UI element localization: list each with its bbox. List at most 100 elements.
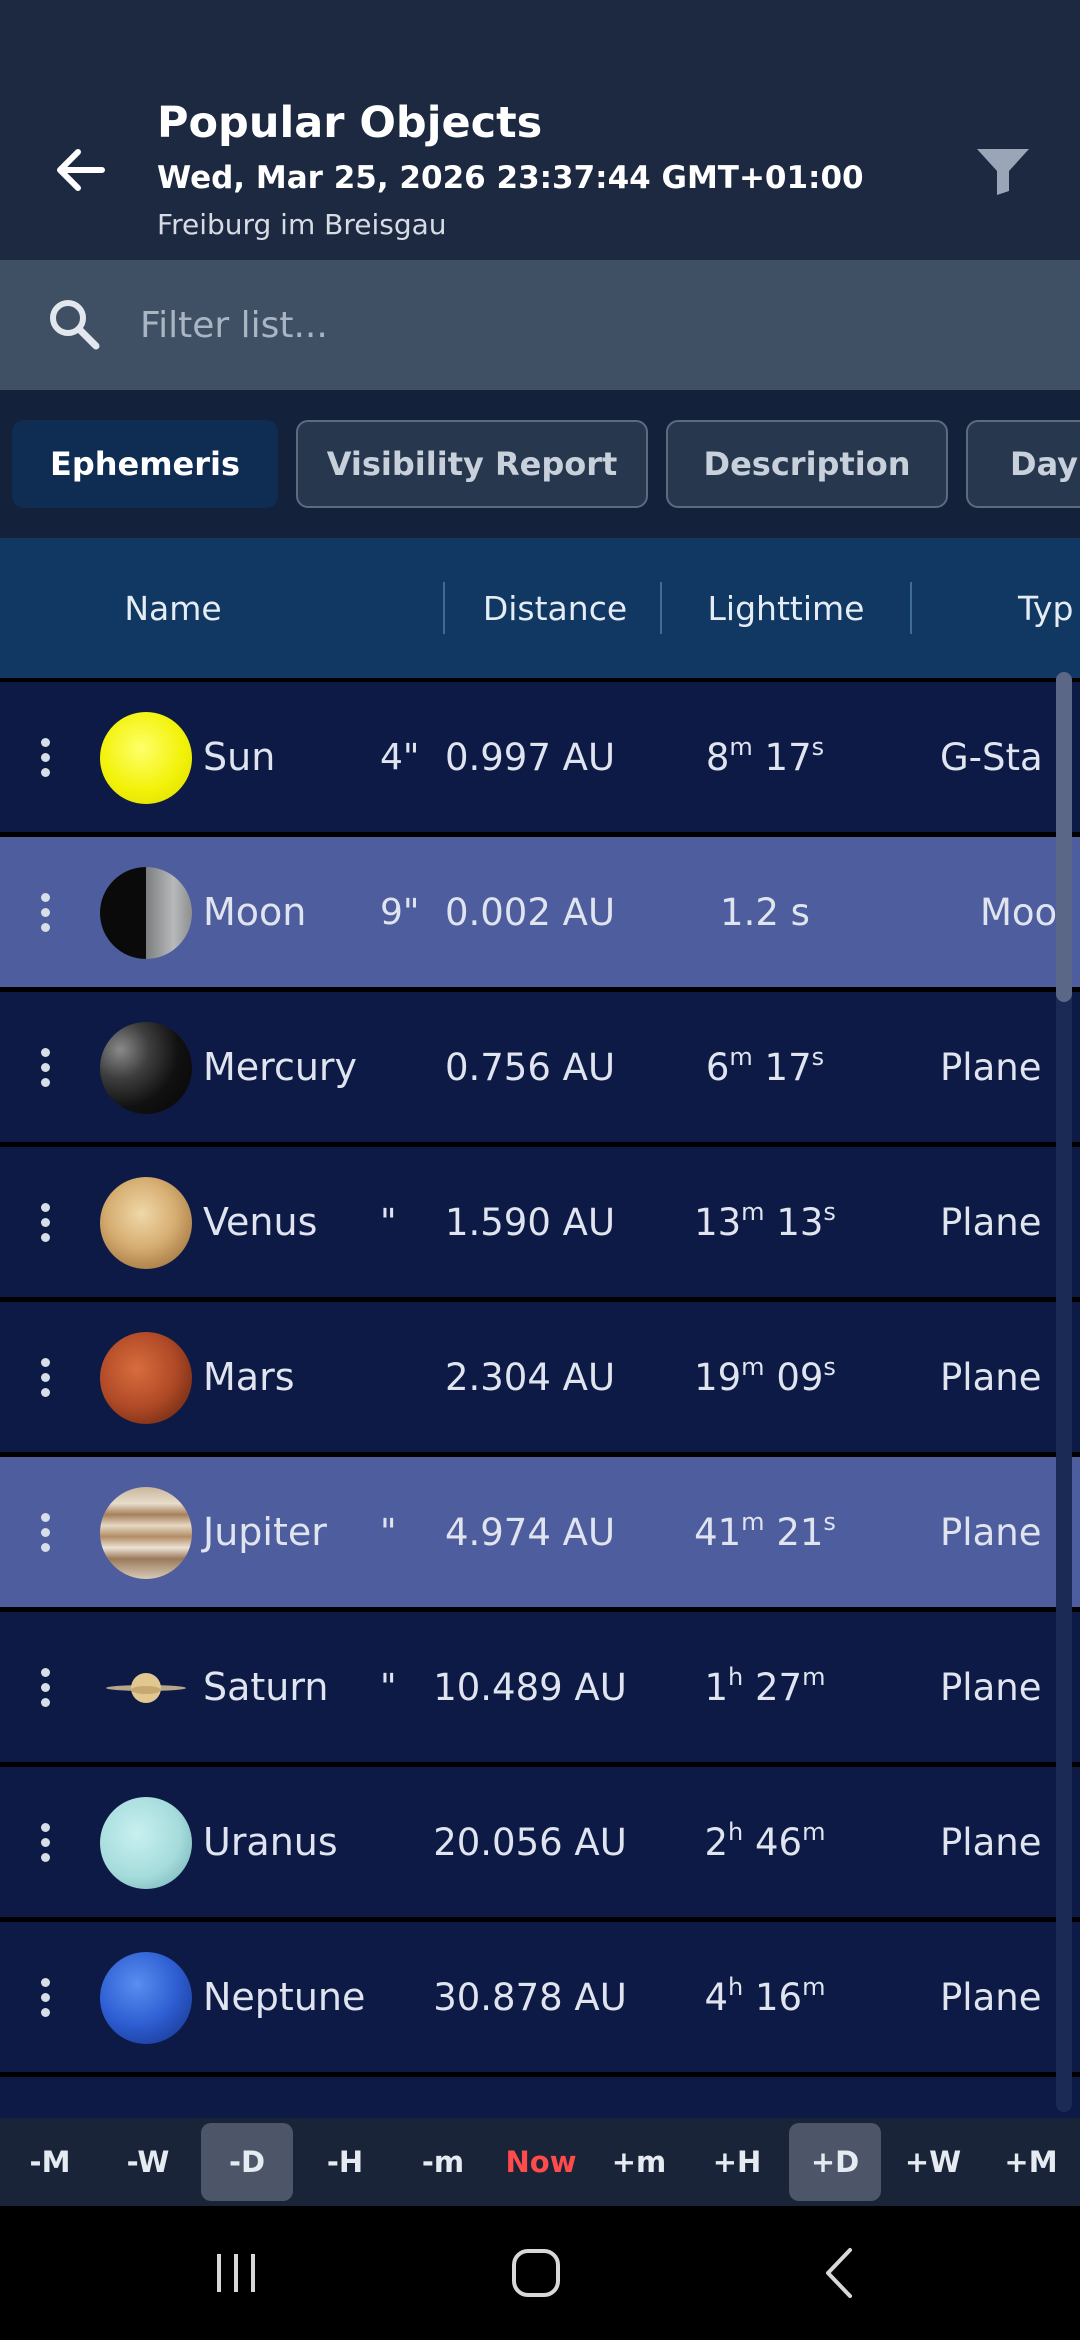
uranus-icon bbox=[100, 1797, 192, 1889]
home-button[interactable] bbox=[476, 2228, 596, 2318]
distance-value: 0.756 AU bbox=[444, 1045, 616, 1089]
arrow-left-icon bbox=[57, 149, 105, 191]
table-header: Name Distance Lighttime Typ bbox=[0, 538, 1080, 678]
object-name: Venus bbox=[203, 1200, 318, 1244]
neptune-icon bbox=[100, 1952, 192, 2044]
more-vert-icon[interactable] bbox=[24, 1342, 66, 1412]
object-name: Moon bbox=[203, 890, 307, 934]
table-row[interactable]: Saturn " 10.489 AU 1h 27 m Plane bbox=[0, 1612, 1080, 1762]
column-lighttime[interactable]: Lighttime bbox=[666, 538, 906, 678]
recent-apps-icon bbox=[217, 2254, 255, 2292]
more-vert-icon[interactable] bbox=[24, 1652, 66, 1722]
time-minus-month-button[interactable]: -M bbox=[4, 2123, 96, 2201]
tab-visibility-report[interactable]: Visibility Report bbox=[296, 420, 648, 508]
object-name: Saturn bbox=[203, 1665, 329, 1709]
clipped-value: " bbox=[380, 1511, 397, 1553]
more-vert-icon[interactable] bbox=[24, 1807, 66, 1877]
mars-icon bbox=[100, 1332, 192, 1424]
back-button[interactable] bbox=[40, 130, 120, 210]
tab-ephemeris[interactable]: Ephemeris bbox=[12, 420, 278, 508]
distance-value: 20.056 AU bbox=[433, 1820, 627, 1864]
search-icon bbox=[50, 300, 100, 350]
more-vert-icon[interactable] bbox=[24, 722, 66, 792]
column-divider bbox=[660, 582, 662, 634]
scrollbar-thumb[interactable] bbox=[1056, 672, 1072, 1002]
mercury-icon bbox=[100, 1022, 192, 1114]
lighttime-value: 4h 16 m bbox=[704, 1973, 826, 2019]
more-vert-icon[interactable] bbox=[24, 1187, 66, 1257]
object-type: Plane bbox=[940, 1355, 1042, 1399]
column-type[interactable]: Typ bbox=[1018, 538, 1080, 678]
clipped-value: 9" bbox=[380, 891, 420, 933]
lighttime-value: 1.2 s bbox=[720, 890, 810, 934]
lighttime-value: 13 m 13 s bbox=[694, 1198, 836, 1244]
time-plus-day-button[interactable]: +D bbox=[789, 2123, 881, 2201]
time-plus-week-button[interactable]: +W bbox=[887, 2123, 979, 2201]
tab-bar: Ephemeris Visibility Report Description … bbox=[0, 390, 1080, 538]
object-name: Uranus bbox=[203, 1820, 338, 1864]
lighttime-value: 1h 27 m bbox=[704, 1663, 826, 1709]
search-input[interactable] bbox=[140, 290, 1040, 360]
table-row[interactable]: Mercury 0.756 AU 6m 17 s Plane bbox=[0, 992, 1080, 1142]
object-type: Plane bbox=[940, 1820, 1042, 1864]
table-row[interactable]: Venus " 1.590 AU 13 m 13 s Plane bbox=[0, 1147, 1080, 1297]
time-minus-week-button[interactable]: -W bbox=[102, 2123, 194, 2201]
time-plus-minute-button[interactable]: +m bbox=[593, 2123, 685, 2201]
lighttime-value: 19 m 09 s bbox=[694, 1353, 836, 1399]
clipped-value: " bbox=[380, 1666, 397, 1708]
home-icon bbox=[512, 2249, 560, 2297]
table-row[interactable]: Neptune 30.878 AU 4h 16 m Plane bbox=[0, 1922, 1080, 2072]
object-type: Plane bbox=[940, 1975, 1042, 2019]
app-header: Popular Objects Wed, Mar 25, 2026 23:37:… bbox=[0, 0, 1080, 260]
object-name: Sun bbox=[203, 735, 276, 779]
object-type: G-Sta bbox=[940, 735, 1043, 779]
tab-description[interactable]: Description bbox=[666, 420, 948, 508]
time-minus-minute-button[interactable]: -m bbox=[397, 2123, 489, 2201]
object-name: Mercury bbox=[203, 1045, 358, 1089]
column-divider bbox=[443, 582, 445, 634]
lighttime-value: 8m 17 s bbox=[705, 733, 825, 779]
system-nav-bar bbox=[0, 2206, 1080, 2340]
filter-button[interactable] bbox=[968, 136, 1038, 206]
sun-icon bbox=[100, 712, 192, 804]
column-name[interactable]: Name bbox=[60, 538, 286, 678]
lighttime-value: 2h 46 m bbox=[704, 1818, 826, 1864]
distance-value: 4.974 AU bbox=[444, 1510, 616, 1554]
clipped-value: 4" bbox=[380, 736, 420, 778]
column-divider bbox=[910, 582, 912, 634]
time-minus-hour-button[interactable]: -H bbox=[299, 2123, 391, 2201]
column-distance[interactable]: Distance bbox=[450, 538, 660, 678]
moon-icon bbox=[100, 867, 192, 959]
table-row[interactable]: Uranus 20.056 AU 2h 46 m Plane bbox=[0, 1767, 1080, 1917]
location-label: Freiburg im Breisgau bbox=[157, 208, 447, 241]
recent-apps-button[interactable] bbox=[176, 2228, 296, 2318]
scrollbar[interactable] bbox=[1056, 672, 1072, 2112]
table-row[interactable]: Mars 2.304 AU 19 m 09 s Plane bbox=[0, 1302, 1080, 1452]
distance-value: 2.304 AU bbox=[444, 1355, 616, 1399]
table-row[interactable]: Sun 4" 0.997 AU 8m 17 s G-Sta bbox=[0, 682, 1080, 832]
time-plus-month-button[interactable]: +M bbox=[985, 2123, 1077, 2201]
filter-icon bbox=[977, 149, 1029, 195]
more-vert-icon[interactable] bbox=[24, 877, 66, 947]
table-row[interactable]: Jupiter " 4.974 AU 41 m 21 s Plane bbox=[0, 1457, 1080, 1607]
object-name: Mars bbox=[203, 1355, 295, 1399]
search-bar bbox=[0, 260, 1080, 390]
chevron-left-icon bbox=[826, 2248, 852, 2298]
table-row[interactable]: Moon 9" 0.002 AU 1.2 s Moo bbox=[0, 837, 1080, 987]
object-list: Sun 4" 0.997 AU 8m 17 s G-Sta Moon 9" 0.0… bbox=[0, 678, 1080, 2118]
lighttime-value: 6m 17 s bbox=[705, 1043, 825, 1089]
jupiter-icon bbox=[100, 1487, 192, 1579]
distance-value: 0.997 AU bbox=[444, 735, 616, 779]
time-now-button[interactable]: Now bbox=[495, 2123, 587, 2201]
more-vert-icon[interactable] bbox=[24, 1032, 66, 1102]
more-vert-icon[interactable] bbox=[24, 1962, 66, 2032]
time-minus-day-button[interactable]: -D bbox=[201, 2123, 293, 2201]
tab-day[interactable]: Day bbox=[966, 420, 1080, 508]
object-type: Moo bbox=[980, 890, 1058, 934]
more-vert-icon[interactable] bbox=[24, 1497, 66, 1567]
page-title: Popular Objects bbox=[157, 98, 543, 148]
object-type: Plane bbox=[940, 1510, 1042, 1554]
system-back-button[interactable] bbox=[780, 2228, 900, 2318]
time-plus-hour-button[interactable]: +H bbox=[691, 2123, 783, 2201]
table-row[interactable] bbox=[0, 2077, 1080, 2118]
